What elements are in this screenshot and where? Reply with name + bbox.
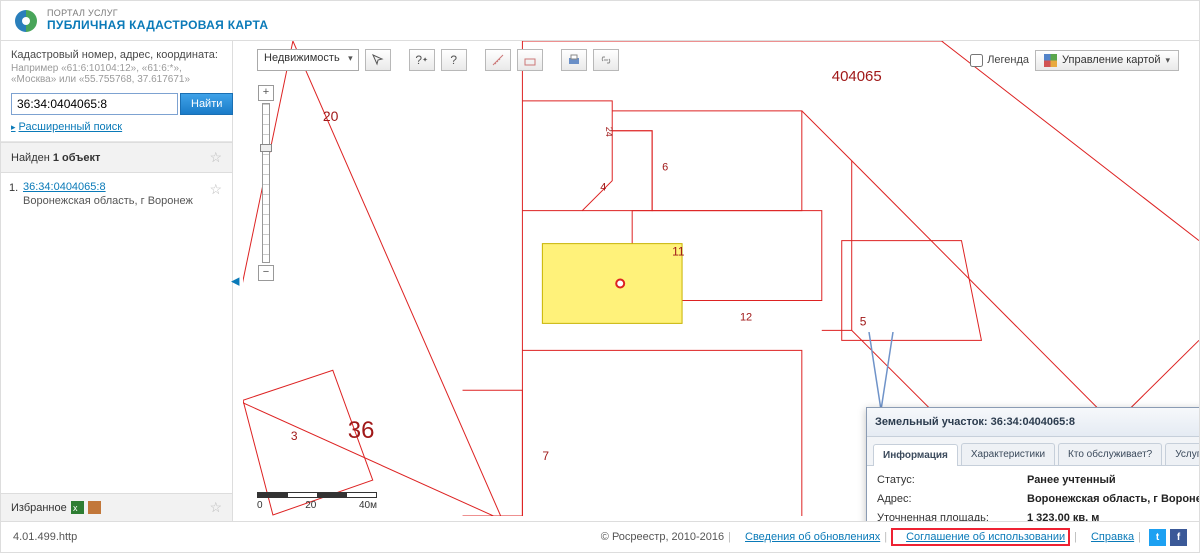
row-key: Статус: [877, 474, 1027, 486]
help-link[interactable]: Справка [1091, 531, 1134, 543]
row-key: Адрес: [877, 493, 1027, 505]
favorites-star-icon[interactable]: ☆ [209, 499, 222, 516]
popup-title: Земельный участок: 36:34:0404065:8 [875, 416, 1075, 428]
svg-text:x: x [73, 503, 78, 513]
copyright: © Росреестр, 2010-2016 [601, 531, 724, 543]
tab-who-serves[interactable]: Кто обслуживает? [1058, 443, 1162, 465]
popup-row: Уточненная площадь:1 323.00 кв. м [877, 512, 1199, 521]
scale-1: 20 [305, 500, 316, 511]
map-toolbar: Недвижимость ?✦ ? Легенда Управление кар… [257, 49, 1185, 71]
layer-select[interactable]: Недвижимость [257, 49, 359, 71]
popup-row: Адрес:Воронежская область, г Воронеж [877, 493, 1199, 505]
header-title: ПУБЛИЧНАЯ КАДАСТРОВАЯ КАРТА [47, 19, 268, 33]
tab-characteristics[interactable]: Характеристики [961, 443, 1055, 465]
result-link[interactable]: 36:34:0404065:8 [23, 181, 106, 193]
pointer-tool-button[interactable] [365, 49, 391, 71]
zoom-in-button[interactable]: + [258, 85, 274, 101]
found-count: 1 объект [53, 152, 101, 164]
result-number: 1. [9, 182, 18, 194]
tab-info[interactable]: Информация [873, 444, 958, 466]
map-control-dropdown[interactable]: Управление картой [1035, 50, 1179, 71]
popup-tabs: Информация Характеристики Кто обслуживае… [867, 437, 1199, 466]
parcel-info-popup: Земельный участок: 36:34:0404065:8 × Инф… [866, 407, 1199, 521]
search-hint: Например «61:6:10104:12», «61:6:*», «Мос… [11, 63, 222, 85]
scale-2: 40м [359, 500, 377, 511]
parcel-label-12: 12 [740, 311, 752, 323]
legend-label: Легенда [987, 54, 1029, 66]
scale-bar: 0 20 40м [257, 492, 377, 511]
zoom-slider: + − [257, 85, 275, 281]
parcel-label-24: 24 [604, 127, 614, 137]
help-events-button[interactable]: ?✦ [409, 49, 435, 71]
found-prefix: Найден [11, 152, 53, 164]
footer: 4.01.499.http © Росреестр, 2010-2016 | С… [1, 521, 1199, 552]
find-button[interactable]: Найти [180, 93, 233, 115]
measure-area-button[interactable] [517, 49, 543, 71]
row-value: Воронежская область, г Воронеж [1027, 493, 1199, 505]
popup-body[interactable]: Статус:Ранее учтенный Адрес:Воронежская … [867, 466, 1199, 521]
app-header: ПОРТАЛ УСЛУГ ПУБЛИЧНАЯ КАДАСТРОВАЯ КАРТА [1, 1, 1199, 41]
updates-link[interactable]: Сведения об обновлениях [745, 531, 880, 543]
parcel-label-7: 7 [542, 449, 549, 463]
zoom-thumb[interactable] [260, 144, 272, 152]
twitter-icon[interactable]: t [1149, 529, 1166, 546]
sidebar: Кадастровый номер, адрес, координата: На… [1, 41, 233, 521]
row-value: Ранее учтенный [1027, 474, 1199, 486]
parcel-label-3: 3 [291, 429, 298, 443]
parcel-label-20: 20 [323, 108, 339, 124]
export-csv-icon[interactable] [88, 501, 101, 514]
terms-link[interactable]: Соглашение об использовании [906, 531, 1065, 543]
block-label-36: 36 [348, 417, 375, 444]
help-button[interactable]: ? [441, 49, 467, 71]
result-list: 1. 36:34:0404065:8 ☆ Воронежская область… [1, 173, 232, 493]
link-button[interactable] [593, 49, 619, 71]
favorite-all-icon[interactable]: ☆ [209, 149, 222, 166]
parcel-label-5: 5 [860, 314, 867, 328]
print-button[interactable] [561, 49, 587, 71]
favorites-label: Избранное [11, 502, 67, 514]
results-header: Найден 1 объект ☆ [1, 142, 232, 173]
export-excel-icon[interactable]: x [71, 501, 84, 514]
favorite-result-icon[interactable]: ☆ [209, 181, 222, 198]
map-canvas[interactable]: Недвижимость ?✦ ? Легенда Управление кар… [243, 41, 1199, 521]
measure-line-button[interactable] [485, 49, 511, 71]
parcel-label-6: 6 [662, 162, 668, 174]
facebook-icon[interactable]: f [1170, 529, 1187, 546]
scale-0: 0 [257, 500, 263, 511]
rosreestr-logo-icon [13, 8, 39, 34]
parcel-label-11: 11 [672, 245, 685, 259]
zoom-track[interactable] [262, 103, 270, 263]
result-address: Воронежская область, г Воронеж [23, 195, 222, 207]
zoom-out-button[interactable]: − [258, 265, 274, 281]
tab-services[interactable]: Услуги [1165, 443, 1199, 465]
popup-row: Статус:Ранее учтенный [877, 474, 1199, 486]
favorites-bar[interactable]: Избранное x ☆ [1, 493, 232, 521]
search-input[interactable] [11, 93, 178, 115]
legend-checkbox[interactable]: Легенда [970, 54, 1029, 67]
search-label: Кадастровый номер, адрес, координата: [11, 49, 222, 61]
row-value: 1 323.00 кв. м [1027, 512, 1199, 521]
version-label: 4.01.499.http [13, 531, 77, 543]
advanced-search-link[interactable]: Расширенный поиск [11, 121, 122, 133]
sidebar-collapse-handle[interactable] [233, 41, 243, 521]
row-key: Уточненная площадь: [877, 512, 1027, 521]
parcel-label-4: 4 [600, 182, 606, 194]
